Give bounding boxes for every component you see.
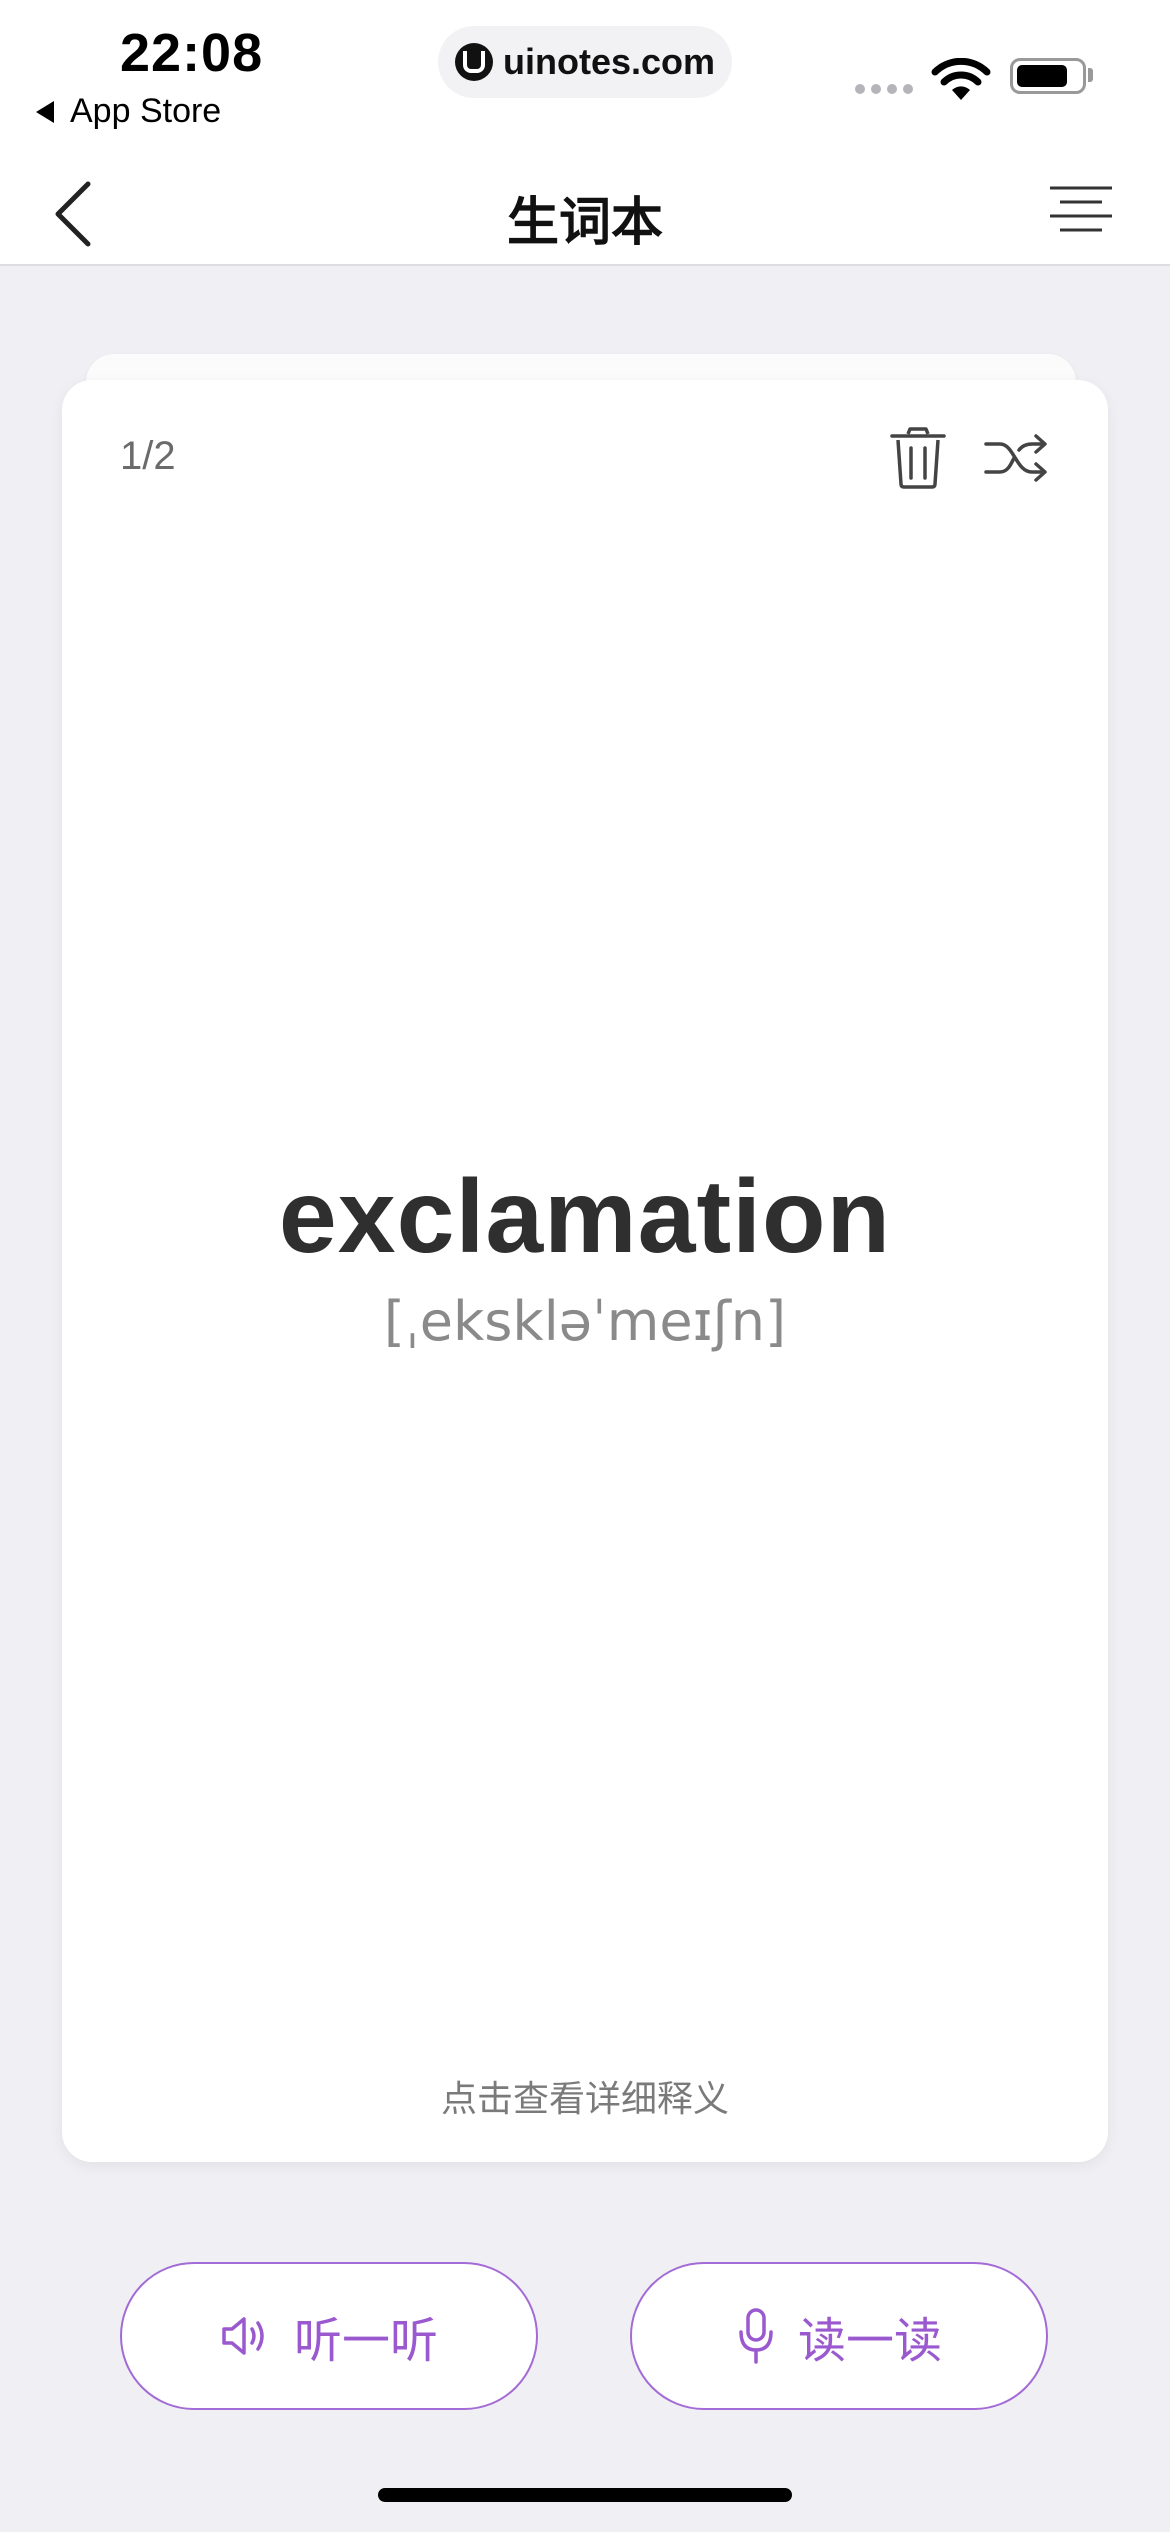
home-indicator[interactable] xyxy=(378,2488,792,2502)
read-aloud-button[interactable]: 读一读 xyxy=(630,2262,1048,2410)
url-bar[interactable]: uinotes.com xyxy=(438,26,732,98)
battery-icon xyxy=(1010,58,1086,94)
word-card[interactable]: 1/2 exclamation [ˌekskləˈmeɪʃn] 点击查看详细释义 xyxy=(62,380,1108,2162)
phonetic-text: [ˌekskləˈmeɪʃn] xyxy=(383,1290,787,1353)
status-time: 22:08 xyxy=(120,23,264,83)
status-bar: 22:08 App Store uinotes.com xyxy=(0,0,1170,160)
back-triangle-icon xyxy=(36,100,54,123)
nav-bar: 生词本 xyxy=(0,160,1170,266)
site-logo-icon xyxy=(454,43,493,81)
view-detail-link[interactable]: 点击查看详细释义 xyxy=(62,2070,1108,2122)
listen-button[interactable]: 听一听 xyxy=(120,2262,538,2410)
page-title: 生词本 xyxy=(506,194,663,252)
wifi-icon xyxy=(931,58,991,100)
card-counter: 1/2 xyxy=(120,434,176,478)
word-text: exclamation xyxy=(278,1159,892,1275)
battery-tip xyxy=(1088,68,1093,82)
shuffle-icon[interactable] xyxy=(982,428,1050,488)
menu-lines-icon[interactable] xyxy=(1048,176,1114,246)
read-aloud-label: 读一读 xyxy=(797,2315,942,2368)
back-to-app-link[interactable]: App Store xyxy=(36,92,221,131)
back-app-label: App Store xyxy=(70,92,222,130)
trash-icon[interactable] xyxy=(888,426,948,490)
microphone-icon xyxy=(739,2308,773,2364)
listen-label: 听一听 xyxy=(293,2315,438,2368)
signal-icon xyxy=(855,84,913,94)
speaker-icon xyxy=(222,2317,264,2355)
url-text: uinotes.com xyxy=(502,41,716,82)
